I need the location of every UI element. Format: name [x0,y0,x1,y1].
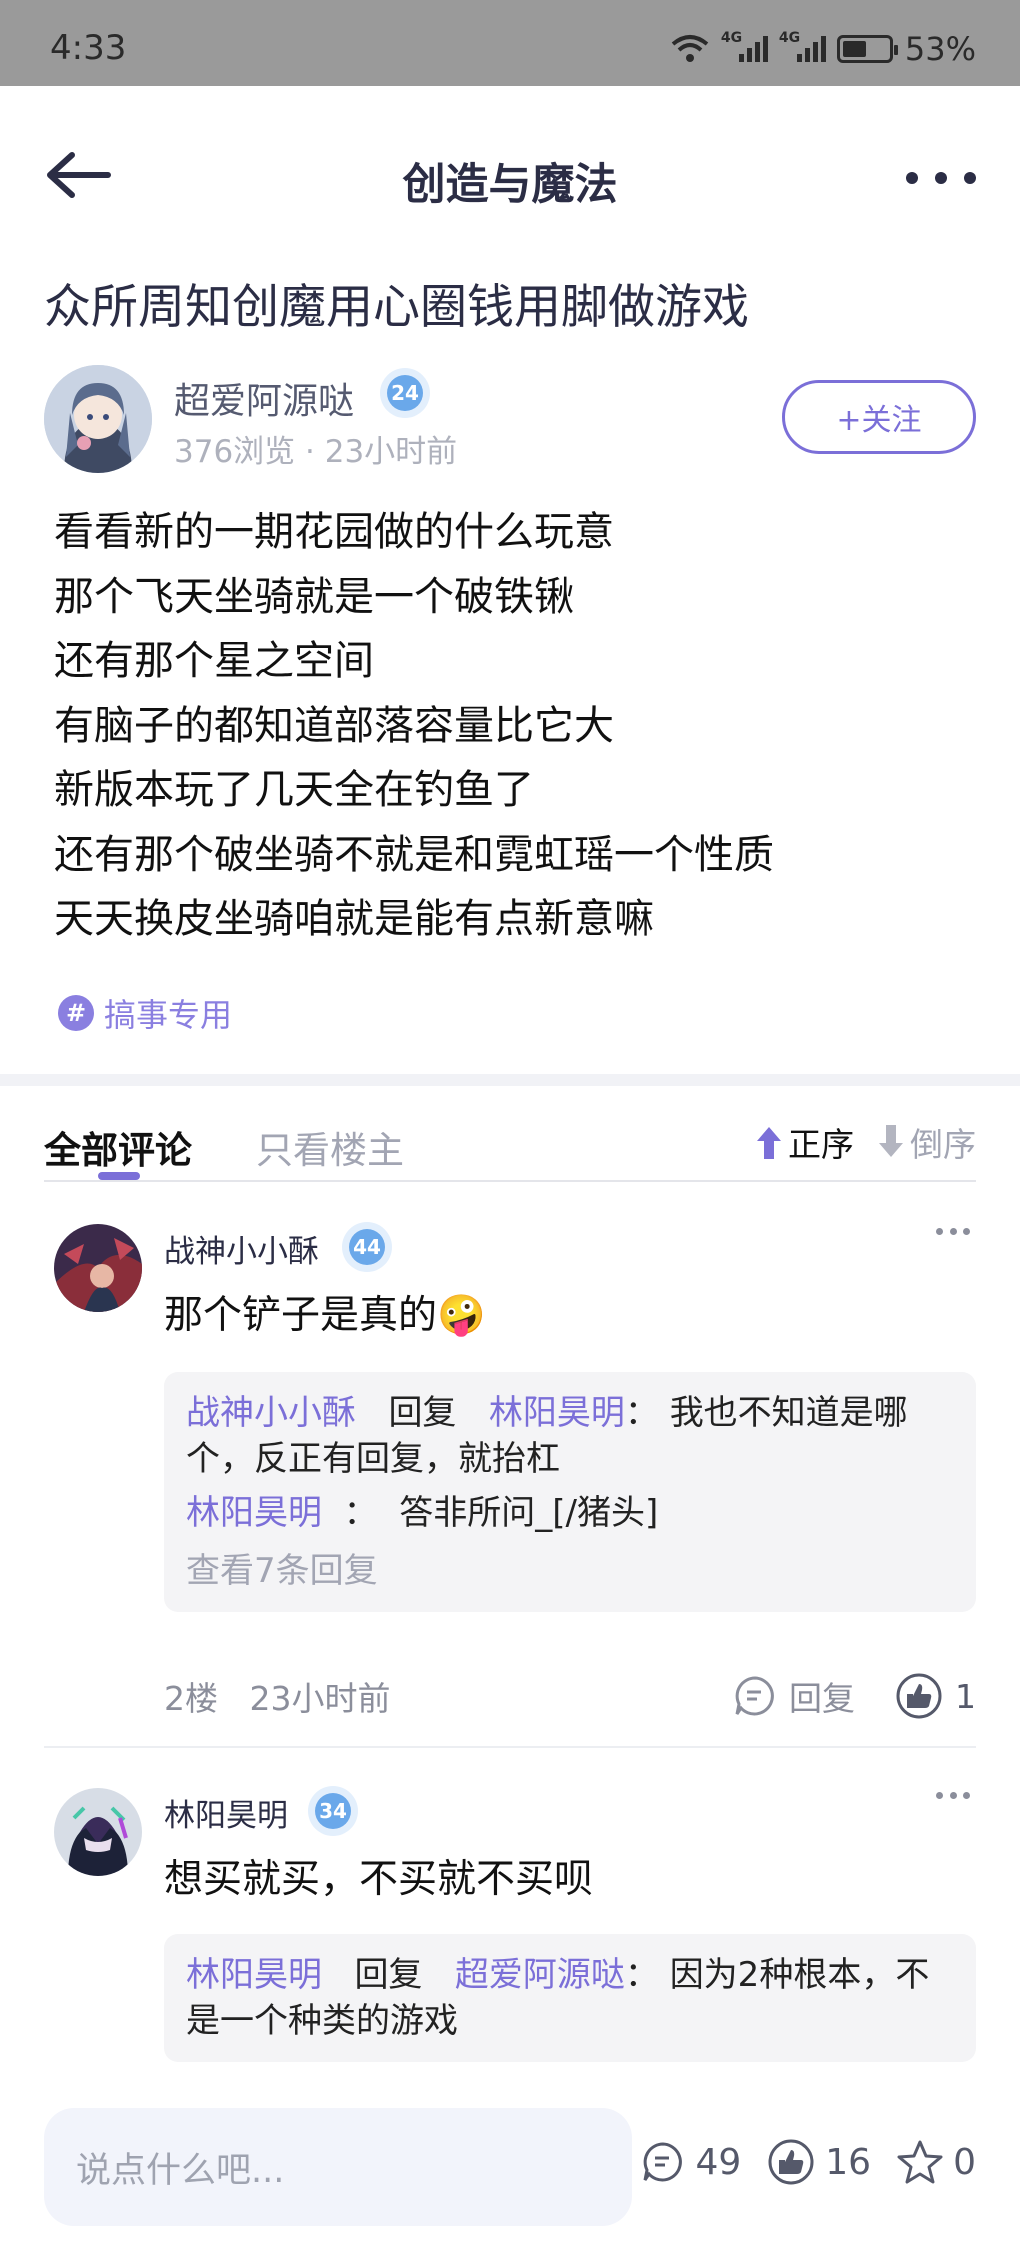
commenter-avatar[interactable] [54,1788,142,1876]
tab-all-comments[interactable]: 全部评论 [44,1120,192,1174]
like-button[interactable]: 16 [767,2138,871,2186]
hashtag-icon: # [58,995,94,1031]
post-line: 那个飞天坐骑就是一个破铁锹 [54,573,574,620]
post-stats: 49 16 0 [641,2138,976,2186]
sort-controls: 正序 倒序 [754,1118,976,1166]
level-badge: 34 [308,1786,358,1836]
reply-text: 答非所问_[/猪头] [399,1493,659,1533]
floor-number: 2楼 [164,1679,218,1718]
reply-target[interactable]: 林阳昊明 [489,1393,625,1433]
comment-text: 想买就买，不买就不买呗 [164,1857,594,1902]
level-badge: 24 [380,368,430,418]
post-line: 还有那个星之空间 [54,638,374,684]
comment-input[interactable]: 说点什么吧... [44,2108,632,2226]
reply-verb: 回复 [354,1955,423,1995]
post-line: 有脑子的都知道部落容量比它大 [54,702,614,749]
reply-author[interactable]: 林阳昊明 [186,1493,322,1533]
page-title: 创造与魔法 [402,160,618,210]
signal-icon: 4G [721,30,768,64]
reply-button[interactable]: 回复 [733,1672,855,1720]
arrow-up-icon [757,1127,781,1159]
wifi-icon [671,35,709,62]
comment-footer: 2楼 23小时前 回复 1 [164,1672,976,1720]
post-line: 看看新的一期花园做的什么玩意 [54,509,614,555]
section-separator [0,1074,1020,1086]
reply-item: 林阳昊明 回复 超爱阿源哒： 因为2种根本，不是一个种类的游戏 [186,1952,954,2044]
comments-button[interactable]: 49 [641,2140,741,2184]
post-body: 看看新的一期花园做的什么玩意 那个飞天坐骑就是一个破铁锹 还有那个星之空间 有脑… [54,500,974,952]
thumbs-up-icon [768,2139,814,2185]
reply-item: 林阳昊明 ： 答非所问_[/猪头] [186,1490,954,1536]
active-tab-indicator [98,1172,140,1180]
like-button[interactable]: 1 [895,1672,976,1720]
comment-more-icon[interactable] [936,1228,970,1238]
reply-separator: ： [624,1393,659,1433]
tabs-divider [44,1180,976,1182]
reply-preview[interactable]: 战神小小酥 回复 林阳昊明： 我也不知道是哪个，反正有回复，就抬杠 林阳昊明 ：… [164,1372,976,1612]
star-icon [897,2140,943,2184]
comment-tabs: 全部评论 只看楼主 [44,1120,404,1174]
post-line: 天天换皮坐骑咱就是能有点新意嘛 [54,896,654,942]
status-time: 4:33 [50,28,127,68]
battery-percent: 53% [904,30,976,68]
reply-preview[interactable]: 林阳昊明 回复 超爱阿源哒： 因为2种根本，不是一个种类的游戏 [164,1934,976,2062]
post-meta: 376浏览 · 23小时前 [174,434,458,470]
view-more-replies-link[interactable]: 查看7条回复 [186,1548,954,1594]
sort-desc-button[interactable]: 倒序 [876,1118,976,1166]
more-options-icon[interactable] [906,158,976,198]
bottom-bar: 说点什么吧... 49 16 0 [0,2090,1020,2250]
thumbs-up-icon [896,1673,942,1719]
arrow-down-icon [879,1125,903,1157]
comment-bubble-icon [735,1676,774,1716]
reply-verb: 回复 [388,1393,457,1433]
commenter-name[interactable]: 林阳昊明 [164,1790,288,1835]
favorite-button[interactable]: 0 [897,2139,976,2185]
commenter-avatar[interactable] [54,1224,142,1312]
reply-item: 战神小小酥 回复 林阳昊明： 我也不知道是哪个，反正有回复，就抬杠 [186,1390,954,1482]
comment-time: 23小时前 [249,1679,391,1718]
follow-button[interactable]: +关注 [782,380,976,454]
comment-text: 那个铲子是真的🤪 [164,1293,486,1338]
status-bar: 4:33 4G 4G 53% [0,0,1020,86]
reply-target[interactable]: 超爱阿源哒 [455,1955,625,1995]
battery-icon [836,35,898,63]
comment-bubble-icon [643,2142,683,2182]
status-icons: 4G 4G 53% [671,30,976,68]
author-name[interactable]: 超爱阿源哒 [174,372,354,424]
comment-divider [44,1746,976,1748]
topic-tag[interactable]: # 搞事专用 [58,990,232,1036]
reply-author[interactable]: 林阳昊明 [186,1955,322,1995]
comment-more-icon[interactable] [936,1792,970,1802]
post-line: 新版本玩了几天全在钓鱼了 [54,767,534,813]
post-title: 众所周知创魔用心圈钱用脚做游戏 [44,280,749,335]
level-badge: 44 [342,1222,392,1272]
sort-asc-button[interactable]: 正序 [754,1118,854,1166]
topic-tag-label: 搞事专用 [104,996,233,1034]
reply-separator: ： [343,1493,378,1533]
reply-separator: ： [624,1955,659,1995]
commenter-name[interactable]: 战神小小酥 [164,1226,319,1271]
tab-op-only[interactable]: 只看楼主 [256,1120,404,1174]
signal-icon-2: 4G [779,30,826,64]
author-avatar[interactable] [44,365,152,473]
reply-author[interactable]: 战神小小酥 [186,1393,356,1433]
post-line: 还有那个破坐骑不就是和霓虹瑶一个性质 [54,831,774,878]
